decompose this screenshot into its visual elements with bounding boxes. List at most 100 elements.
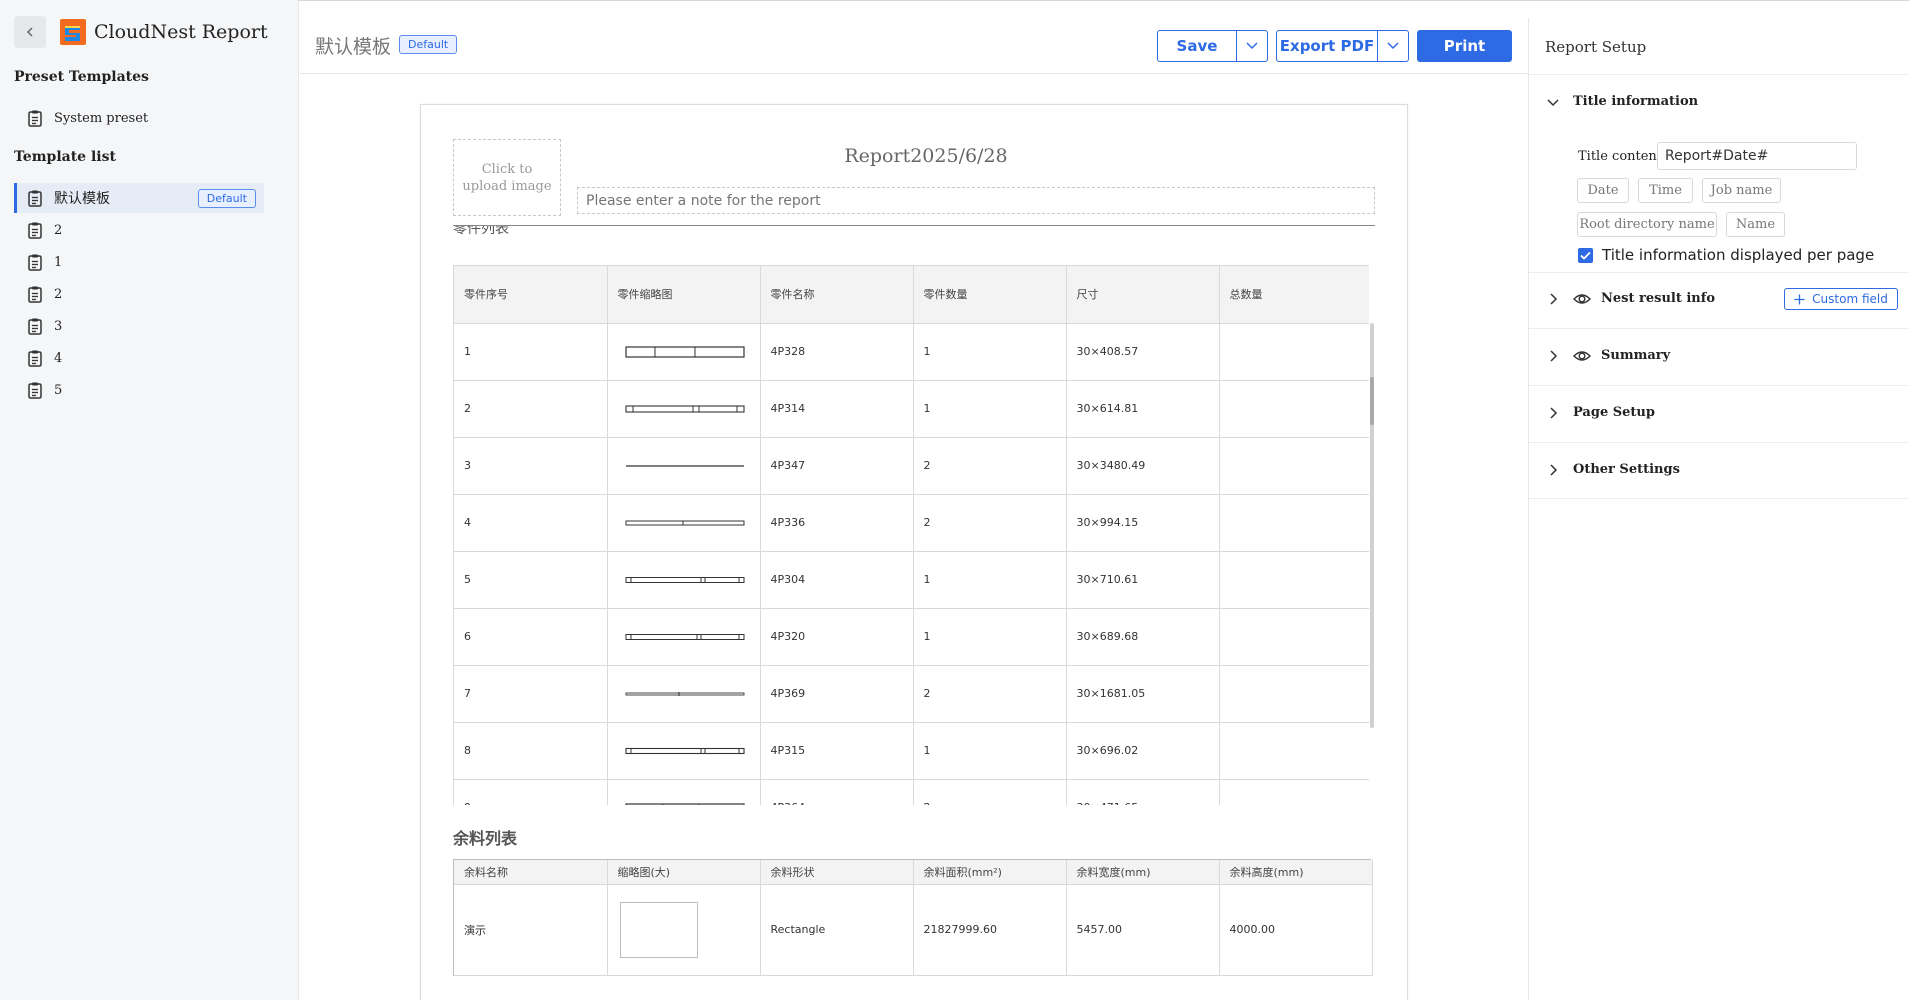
parts-heading: 零件列表 bbox=[453, 226, 509, 237]
sidebar-item-template[interactable]: 1 bbox=[14, 247, 264, 277]
app-logo-icon bbox=[60, 19, 86, 45]
cell-part-no: 2 bbox=[454, 380, 608, 438]
document-icon bbox=[28, 110, 42, 127]
section-page-setup[interactable]: Page Setup bbox=[1547, 405, 1655, 420]
sidebar-item-label: 1 bbox=[54, 254, 63, 270]
parts-table-container[interactable]: 零件序号 零件缩略图 零件名称 零件数量 尺寸 总数量 1 4P328 1 30… bbox=[453, 265, 1369, 805]
cell-part-name: 4P369 bbox=[760, 665, 914, 723]
title-content-label: Title content bbox=[1578, 149, 1663, 164]
template-name: 默认模板 bbox=[315, 36, 392, 58]
sidebar-item-label: 3 bbox=[54, 318, 63, 334]
document-icon bbox=[28, 254, 42, 271]
cell-part-qty: 2 bbox=[913, 779, 1067, 805]
column-header: 零件名称 bbox=[760, 266, 914, 324]
cell-part-size: 30×408.57 bbox=[1066, 323, 1220, 381]
export-pdf-button[interactable]: Export PDF bbox=[1276, 30, 1378, 62]
per-page-checkbox[interactable] bbox=[1578, 247, 1593, 263]
cell-part-size: 30×696.02 bbox=[1066, 722, 1220, 780]
sidebar-item-label: 5 bbox=[54, 382, 63, 398]
cell-remnant-area: 21827999.60 bbox=[913, 884, 1067, 976]
chevron-right-icon bbox=[1550, 463, 1558, 476]
section-label: Title information bbox=[1573, 94, 1699, 109]
table-row: 8 4P315 1 30×696.02 bbox=[454, 722, 1369, 780]
back-button[interactable] bbox=[14, 16, 46, 48]
eye-icon[interactable] bbox=[1573, 349, 1591, 363]
cell-part-no: 8 bbox=[454, 722, 608, 780]
divider bbox=[1529, 74, 1909, 75]
divider bbox=[1529, 328, 1909, 329]
parts-table-scroll-thumb[interactable] bbox=[1370, 377, 1374, 425]
section-summary[interactable]: Summary bbox=[1547, 348, 1670, 363]
table-header-row: 零件序号 零件缩略图 零件名称 零件数量 尺寸 总数量 bbox=[454, 266, 1369, 324]
sidebar-item-default-template[interactable]: 默认模板 Default bbox=[14, 183, 264, 213]
sidebar-item-template[interactable]: 5 bbox=[14, 375, 264, 405]
sidebar-item-template[interactable]: 2 bbox=[14, 279, 264, 309]
tag-name[interactable]: Name bbox=[1726, 212, 1785, 237]
sidebar-item-label: 默认模板 bbox=[54, 191, 110, 207]
cell-part-total bbox=[1219, 665, 1369, 723]
title-content-input[interactable] bbox=[1657, 142, 1857, 170]
cell-part-qty: 1 bbox=[913, 722, 1067, 780]
tag-date[interactable]: Date bbox=[1577, 178, 1629, 203]
tag-root-directory-name[interactable]: Root directory name bbox=[1577, 212, 1717, 237]
report-setup-panel: Report Setup Title information Title con… bbox=[1528, 18, 1909, 1000]
sidebar-item-template[interactable]: 2 bbox=[14, 215, 264, 245]
panel-title: Report Setup bbox=[1545, 38, 1647, 56]
upload-image-box[interactable]: Click to upload image bbox=[453, 139, 561, 216]
cell-thumbnail bbox=[607, 608, 761, 666]
divider bbox=[1529, 442, 1909, 443]
document-icon bbox=[28, 350, 42, 367]
report-note-input[interactable] bbox=[577, 187, 1375, 214]
column-header: 缩略图(大) bbox=[607, 860, 761, 885]
table-row: 5 4P304 1 30×710.61 bbox=[454, 551, 1369, 609]
check-icon bbox=[1580, 251, 1591, 260]
cell-thumbnail bbox=[607, 323, 761, 381]
section-label: Nest result info bbox=[1601, 291, 1716, 306]
print-button[interactable]: Print bbox=[1417, 30, 1512, 62]
cell-part-name: 4P320 bbox=[760, 608, 914, 666]
tag-time[interactable]: Time bbox=[1638, 178, 1693, 203]
cell-part-qty: 2 bbox=[913, 494, 1067, 552]
part-thumbnail bbox=[624, 345, 745, 358]
part-thumbnail bbox=[624, 404, 745, 413]
chevron-down-icon bbox=[1387, 42, 1399, 50]
cell-part-qty: 1 bbox=[913, 380, 1067, 438]
cell-thumbnail bbox=[607, 494, 761, 552]
document-icon bbox=[28, 286, 42, 303]
divider bbox=[1529, 272, 1909, 273]
sidebar-item-template[interactable]: 3 bbox=[14, 311, 264, 341]
table-row: 2 4P314 1 30×614.81 bbox=[454, 380, 1369, 438]
sidebar-item-system-preset[interactable]: System preset bbox=[14, 103, 264, 133]
part-thumbnail bbox=[625, 520, 744, 525]
part-thumbnail bbox=[625, 691, 744, 696]
per-page-checkbox-row[interactable]: Title information displayed per page bbox=[1578, 246, 1874, 264]
save-dropdown-button[interactable] bbox=[1237, 30, 1268, 62]
export-dropdown-button[interactable] bbox=[1378, 30, 1409, 62]
cell-part-total bbox=[1219, 608, 1369, 666]
chevron-right-icon bbox=[1550, 406, 1558, 419]
tag-job-name[interactable]: Job name bbox=[1702, 178, 1781, 203]
cell-thumbnail bbox=[607, 551, 761, 609]
table-row: 演示 Rectangle 21827999.60 5457.00 4000.00 bbox=[454, 884, 1373, 976]
remnant-thumbnail bbox=[619, 901, 698, 958]
export-button-group: Export PDF bbox=[1276, 30, 1409, 62]
cell-remnant-shape: Rectangle bbox=[760, 884, 914, 976]
cell-thumbnail bbox=[607, 437, 761, 495]
section-nest-result-info[interactable]: Nest result info bbox=[1547, 291, 1715, 306]
report-title: Report2025/6/28 bbox=[844, 145, 1008, 167]
remnant-table: 余料名称 缩略图(大) 余料形状 余料面积(mm²) 余料宽度(mm) 余料高度… bbox=[454, 860, 1373, 976]
section-other-settings[interactable]: Other Settings bbox=[1547, 462, 1680, 477]
parts-table: 零件序号 零件缩略图 零件名称 零件数量 尺寸 总数量 1 4P328 1 30… bbox=[454, 266, 1369, 805]
sidebar-item-template[interactable]: 4 bbox=[14, 343, 264, 373]
custom-field-button[interactable]: Custom field bbox=[1784, 288, 1898, 310]
cell-remnant-thumbnail bbox=[607, 884, 761, 976]
chevron-down-icon bbox=[1547, 98, 1559, 106]
section-title-information[interactable]: Title information bbox=[1547, 94, 1698, 109]
sidebar: CloudNest Report Preset Templates System… bbox=[0, 0, 299, 1000]
default-badge: Default bbox=[197, 188, 256, 208]
cell-part-size: 30×1681.05 bbox=[1066, 665, 1220, 723]
eye-icon[interactable] bbox=[1573, 292, 1591, 306]
cell-part-total bbox=[1219, 494, 1369, 552]
save-button[interactable]: Save bbox=[1157, 30, 1237, 62]
custom-field-label: Custom field bbox=[1812, 292, 1888, 306]
